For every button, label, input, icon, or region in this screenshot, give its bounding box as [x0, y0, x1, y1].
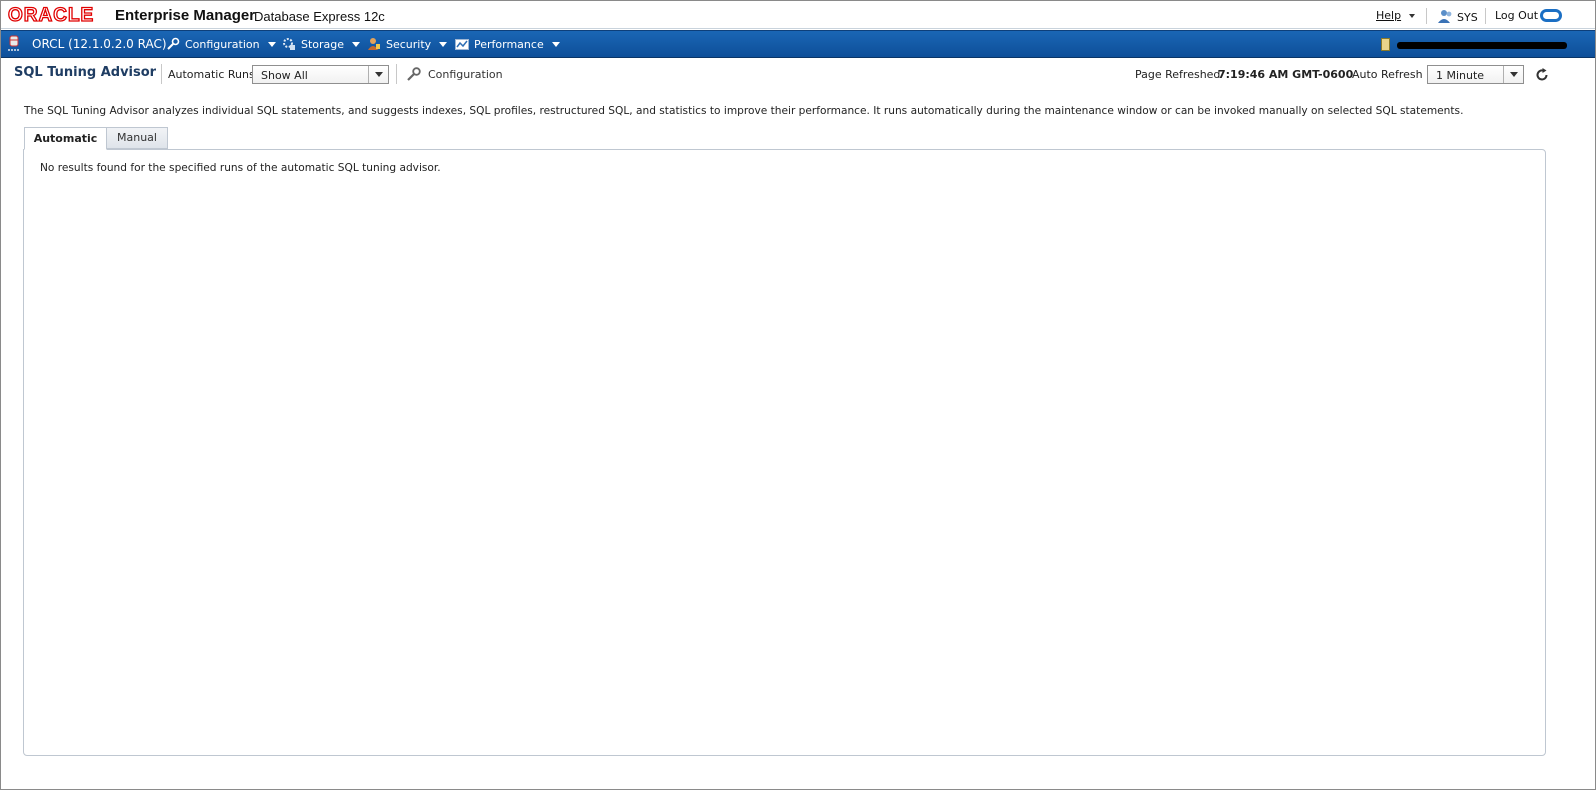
- automatic-runs-label: Automatic Runs: [168, 68, 255, 81]
- configuration-label: Configuration: [428, 67, 503, 81]
- chevron-down-icon[interactable]: [1503, 66, 1523, 83]
- header-divider: [1485, 8, 1486, 24]
- help-label: Help: [1376, 9, 1402, 22]
- main-navigation: ORCL (12.1.0.2.0 RAC) Configuration Stor…: [1, 30, 1595, 58]
- page-refreshed-time: 7:19:46 AM GMT-0600: [1218, 68, 1354, 81]
- page-refreshed-label: Page Refreshed: [1135, 68, 1221, 81]
- chevron-down-icon: [1408, 14, 1415, 18]
- performance-icon: [455, 39, 469, 50]
- chevron-down-icon[interactable]: [368, 66, 388, 83]
- help-menu[interactable]: Help: [1376, 9, 1415, 22]
- header-divider: [1426, 8, 1427, 24]
- nav-configuration-menu[interactable]: Configuration: [166, 37, 276, 51]
- automatic-runs-value: Show All: [261, 69, 308, 82]
- auto-refresh-select[interactable]: 1 Minute: [1427, 65, 1524, 84]
- logout-link[interactable]: Log Out: [1495, 9, 1538, 22]
- page-description: The SQL Tuning Advisor analyzes individu…: [24, 105, 1464, 117]
- nav-security-menu[interactable]: Security: [367, 37, 448, 51]
- storage-icon: [283, 38, 295, 50]
- wrench-icon: [167, 37, 180, 50]
- oracle-logo: ORACLE: [7, 4, 95, 26]
- toolbar-divider: [161, 64, 162, 84]
- configuration-button[interactable]: Configuration: [406, 66, 503, 82]
- page-title: SQL Tuning Advisor: [14, 65, 157, 80]
- toolbar-divider: [396, 64, 397, 84]
- refresh-icon[interactable]: [1534, 67, 1550, 83]
- automatic-runs-select[interactable]: Show All: [252, 65, 389, 84]
- db-instance-label[interactable]: ORCL (12.1.0.2.0 RAC): [32, 37, 167, 51]
- database-icon: [8, 35, 19, 51]
- host-icon: [1381, 38, 1390, 51]
- nav-performance-label: Performance: [474, 37, 544, 51]
- app-subtitle: Database Express 12c: [254, 9, 385, 24]
- redacted-host-name: [1397, 42, 1567, 49]
- auto-refresh-value: 1 Minute: [1436, 69, 1485, 82]
- wrench-icon: [407, 67, 421, 81]
- chevron-down-icon: [267, 41, 276, 47]
- app-title: Enterprise Manager: [115, 7, 256, 24]
- user-name[interactable]: SYS: [1457, 11, 1478, 24]
- oracle-o-icon: [1540, 9, 1562, 22]
- user-icon: [1438, 10, 1452, 23]
- nav-performance-menu[interactable]: Performance: [455, 37, 560, 51]
- top-header: ORACLE Enterprise Manager Database Expre…: [1, 1, 1595, 29]
- chevron-down-icon: [551, 41, 560, 47]
- chevron-down-icon: [352, 41, 361, 47]
- tab-automatic[interactable]: Automatic: [24, 127, 107, 150]
- tab-content-panel: No results found for the specified runs …: [23, 149, 1546, 756]
- chevron-down-icon: [439, 41, 448, 47]
- nav-storage-label: Storage: [301, 37, 345, 51]
- tab-manual[interactable]: Manual: [107, 127, 168, 149]
- security-icon: [368, 38, 380, 50]
- auto-refresh-label: Auto Refresh: [1352, 68, 1423, 81]
- nav-storage-menu[interactable]: Storage: [282, 37, 361, 51]
- nav-configuration-label: Configuration: [185, 37, 260, 51]
- no-results-message: No results found for the specified runs …: [40, 162, 441, 174]
- nav-security-label: Security: [386, 37, 432, 51]
